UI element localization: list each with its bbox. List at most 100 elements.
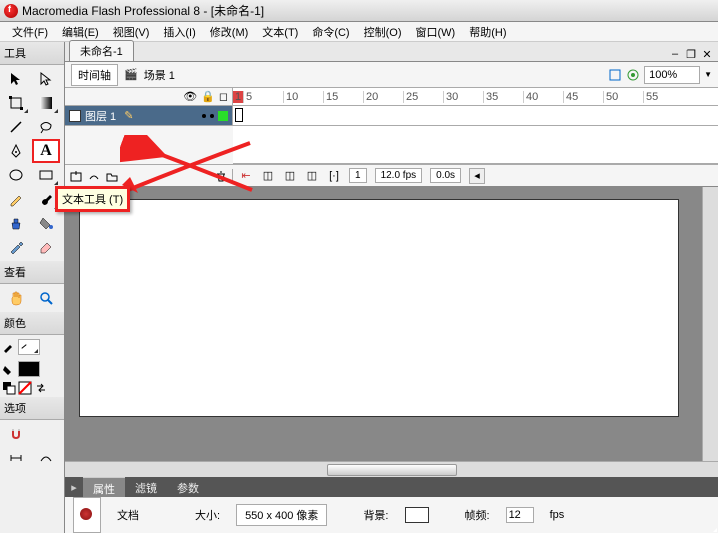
center-frame-button[interactable]: ⇤ (239, 169, 253, 183)
document-size-button[interactable]: 550 x 400 像素 (236, 504, 327, 526)
fill-color-swatch[interactable] (18, 361, 40, 377)
lasso-tool[interactable] (32, 115, 60, 139)
menu-commands[interactable]: 命令(C) (306, 22, 355, 42)
lock-dot[interactable] (210, 114, 214, 118)
add-folder-button[interactable] (105, 169, 119, 183)
menu-help[interactable]: 帮助(H) (463, 22, 512, 42)
visibility-dot[interactable] (202, 114, 206, 118)
stage-area[interactable] (65, 187, 718, 477)
option-smooth[interactable] (32, 446, 60, 470)
oval-icon (8, 167, 24, 183)
frame-strip[interactable] (233, 106, 718, 125)
zoom-tool[interactable] (32, 286, 60, 310)
symbol-icon (626, 68, 640, 82)
menu-view[interactable]: 视图(V) (107, 22, 156, 42)
pencil-icon (8, 191, 24, 207)
layer-name[interactable]: 图层 1 (85, 108, 116, 124)
add-layer-button[interactable] (69, 169, 83, 183)
smooth-icon (38, 450, 54, 466)
menu-modify[interactable]: 修改(M) (204, 22, 255, 42)
text-tool[interactable]: A (32, 139, 60, 163)
outline-icon[interactable]: ◻ (219, 90, 228, 103)
stroke-color-swatch[interactable] (18, 339, 40, 355)
document-type-icon (73, 497, 101, 533)
close-button[interactable]: ✕ (700, 47, 714, 61)
background-color-swatch[interactable] (405, 507, 429, 523)
pen-icon (8, 143, 24, 159)
tab-filters[interactable]: 滤镜 (125, 477, 167, 497)
bw-icon (2, 381, 16, 395)
onion-skin-button[interactable]: ◫ (261, 169, 275, 183)
eye-icon[interactable]: 👁 (183, 90, 197, 103)
selection-tool[interactable] (2, 67, 30, 91)
ink-bottle-tool[interactable] (2, 211, 30, 235)
text-tool-tooltip: 文本工具 (T) (55, 186, 130, 212)
onion-markers-button[interactable]: [·] (327, 169, 341, 183)
minimize-button[interactable]: – (668, 47, 682, 61)
horizontal-scrollbar[interactable] (65, 461, 718, 477)
properties-panel: ▸ 属性 滤镜 参数 文档 大小: 550 x 400 像素 背景: 帧频: 1… (65, 477, 718, 533)
view-header[interactable]: 查看 (0, 261, 64, 284)
scroll-thumb[interactable] (327, 464, 457, 476)
framerate-label: 帧频: (465, 507, 490, 523)
menu-window[interactable]: 窗口(W) (410, 22, 462, 42)
rectangle-tool[interactable] (32, 163, 60, 187)
bw-swatch-button[interactable] (2, 381, 16, 395)
scene-name[interactable]: 场景 1 (144, 67, 175, 83)
stage-canvas[interactable] (79, 199, 679, 417)
eraser-tool[interactable] (32, 235, 60, 259)
oval-tool[interactable] (2, 163, 30, 187)
zoom-field[interactable]: 100% (644, 66, 700, 84)
options-header[interactable]: 选项 (0, 397, 64, 420)
line-icon (8, 119, 24, 135)
vertical-scrollbar[interactable] (702, 187, 718, 461)
scroll-left-button[interactable]: ◂ (469, 168, 485, 184)
frame-ruler[interactable]: 1 5 10 15 20 25 30 35 40 45 50 55 (233, 88, 718, 105)
hand-tool[interactable] (2, 286, 30, 310)
document-tab[interactable]: 未命名-1 (69, 40, 134, 61)
maximize-button[interactable]: ❐ (684, 47, 698, 61)
paint-bucket-tool[interactable] (32, 211, 60, 235)
pencil-tool[interactable] (2, 187, 30, 211)
chevron-down-icon[interactable]: ▼ (704, 70, 712, 79)
edit-scene-button[interactable] (608, 68, 622, 82)
background-label: 背景: (363, 507, 388, 523)
option-magnet[interactable] (2, 422, 30, 446)
keyframe-1[interactable] (235, 108, 243, 122)
option-straighten[interactable] (2, 446, 30, 470)
tab-properties[interactable]: 属性 (83, 477, 125, 497)
tools-header[interactable]: 工具 (0, 42, 64, 65)
lock-icon[interactable]: 🔒 (201, 90, 215, 103)
eraser-icon (38, 239, 54, 255)
swap-colors-button[interactable] (34, 381, 48, 395)
playhead-marker[interactable]: 1 (233, 91, 243, 103)
subselection-tool[interactable] (32, 67, 60, 91)
ink-bottle-icon (8, 215, 24, 231)
menu-edit[interactable]: 编辑(E) (56, 22, 105, 42)
edit-symbols-button[interactable] (626, 68, 640, 82)
timeline-toggle-button[interactable]: 时间轴 (71, 64, 118, 86)
panel-collapse-button[interactable]: ▸ (65, 477, 83, 497)
edit-multiple-button[interactable]: ◫ (305, 169, 319, 183)
size-label: 大小: (195, 507, 220, 523)
menu-insert[interactable]: 插入(I) (157, 22, 201, 42)
arrow-outline-icon (38, 71, 54, 87)
line-tool[interactable] (2, 115, 30, 139)
menu-control[interactable]: 控制(O) (358, 22, 408, 42)
gradient-transform-tool[interactable] (32, 91, 60, 115)
menu-text[interactable]: 文本(T) (256, 22, 304, 42)
colors-header[interactable]: 颜色 (0, 312, 64, 335)
add-guide-button[interactable] (87, 169, 101, 183)
current-frame: 1 (349, 168, 367, 183)
delete-layer-button[interactable] (214, 169, 228, 183)
outline-square[interactable] (218, 111, 228, 121)
eyedropper-tool[interactable] (2, 235, 30, 259)
tab-params[interactable]: 参数 (167, 477, 209, 497)
layer-row[interactable]: 图层 1 ✎ (65, 106, 233, 125)
framerate-field[interactable]: 12 (506, 507, 534, 523)
menu-file[interactable]: 文件(F) (6, 22, 54, 42)
free-transform-tool[interactable] (2, 91, 30, 115)
onion-outline-button[interactable]: ◫ (283, 169, 297, 183)
pen-tool[interactable] (2, 139, 30, 163)
no-color-button[interactable] (18, 381, 32, 395)
